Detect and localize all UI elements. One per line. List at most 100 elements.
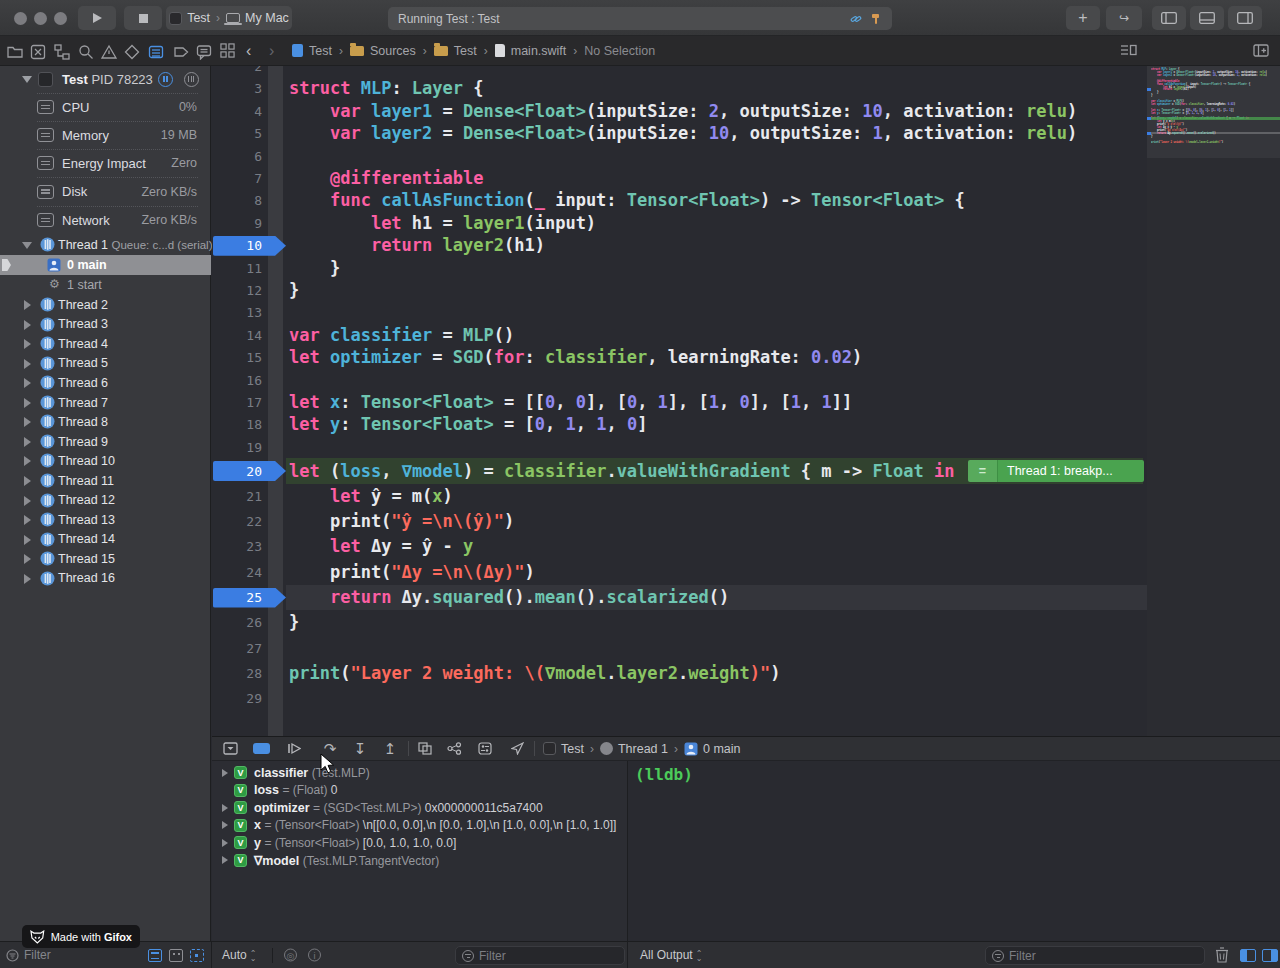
code-line-21[interactable]: 21 let ŷ = m(x) — [212, 484, 1280, 509]
thread-row-10[interactable]: Thread 10 — [0, 451, 211, 471]
disclosure-triangle[interactable] — [24, 515, 31, 525]
breakpoints-toggle-icon[interactable] — [251, 737, 271, 760]
code-line-20[interactable]: 20let (loss, ∇model) = classifier.valueW… — [212, 458, 1280, 483]
minimize-window-button[interactable] — [34, 12, 47, 25]
variables-scope-select[interactable]: Auto⌃⌄ — [222, 948, 256, 962]
code-line-27[interactable]: 27 — [212, 636, 1280, 661]
code-line-7[interactable]: 7 @differentiable — [212, 167, 1280, 189]
gauge-cpu[interactable]: CPU0% — [0, 93, 211, 121]
line-number[interactable]: 25 — [212, 590, 262, 605]
breadcrumb-test[interactable]: Test — [454, 44, 477, 58]
line-number[interactable]: 12 — [212, 283, 262, 298]
pinned-filter-icon[interactable] — [190, 949, 204, 962]
pause-process-icon[interactable] — [158, 72, 173, 87]
stack-frame-1-start[interactable]: ⚙1 start — [0, 275, 211, 294]
line-number[interactable]: 17 — [212, 395, 262, 410]
code-line-22[interactable]: 22 print("ŷ =\n\(ŷ)") — [212, 509, 1280, 534]
line-number[interactable]: 18 — [212, 417, 262, 432]
code-line-29[interactable]: 29 — [212, 686, 1280, 711]
step-into-icon[interactable]: ↧ — [350, 737, 370, 760]
line-number[interactable]: 14 — [212, 328, 262, 343]
code-line-28[interactable]: 28print("Layer 2 weight: \(∇model.layer2… — [212, 661, 1280, 686]
find-navigator-icon[interactable] — [77, 43, 94, 60]
line-number[interactable]: 21 — [212, 489, 262, 504]
variable-row-2[interactable]: Vloss = (Float) 0 — [212, 782, 627, 800]
gauge-network[interactable]: NetworkZero KB/s — [0, 206, 211, 234]
run-button[interactable] — [78, 6, 116, 30]
library-button[interactable]: + — [1066, 6, 1100, 30]
line-number[interactable]: 9 — [212, 216, 262, 231]
code-review-button[interactable]: ↪ — [1106, 6, 1142, 30]
step-out-icon[interactable]: ↥ — [380, 737, 400, 760]
disclosure-triangle[interactable] — [222, 839, 228, 847]
line-number[interactable]: 4 — [212, 104, 262, 119]
disclosure-triangle[interactable] — [24, 339, 31, 349]
line-number[interactable]: 19 — [212, 440, 262, 455]
disclosure-triangle[interactable] — [222, 821, 228, 829]
breakpoint-navigator-icon[interactable] — [172, 43, 189, 60]
disclosure-triangle[interactable] — [24, 359, 31, 369]
code-line-16[interactable]: 16 — [212, 369, 1280, 391]
line-number[interactable]: 27 — [212, 641, 262, 656]
source-control-navigator-icon[interactable] — [29, 43, 46, 60]
gauge-memory[interactable]: Memory19 MB — [0, 121, 211, 149]
console-filter-field[interactable]: Filter — [985, 946, 1205, 965]
continue-icon[interactable] — [284, 737, 304, 760]
line-number[interactable]: 5 — [212, 126, 262, 141]
sidebar-filter-input[interactable]: Filter — [24, 948, 51, 962]
add-editor-icon[interactable] — [1253, 36, 1269, 65]
line-number[interactable]: 24 — [212, 565, 262, 580]
source-editor[interactable]: 23struct MLP: Layer {4 var layer1 = Dens… — [212, 66, 1280, 736]
editor-options-icon[interactable] — [1120, 36, 1137, 65]
thread-1-row[interactable]: Thread 1 Queue: c...d (serial) — [0, 235, 211, 255]
thread-row-2[interactable]: Thread 2 — [0, 295, 211, 315]
line-number[interactable]: 6 — [212, 149, 262, 164]
thread-row-15[interactable]: Thread 15 — [0, 549, 211, 569]
thread-row-12[interactable]: Thread 12 — [0, 491, 211, 511]
disclosure-triangle[interactable] — [24, 417, 31, 427]
line-number[interactable]: 20 — [212, 464, 262, 479]
code-line-9[interactable]: 9 let h1 = layer1(input) — [212, 212, 1280, 234]
code-line-10[interactable]: 10 return layer2(h1) — [212, 235, 1280, 257]
minimap[interactable]: import TensorFlowstruct MLP: Layer { var… — [1147, 66, 1280, 736]
line-number[interactable]: 3 — [212, 81, 262, 96]
variable-row-1[interactable]: Vclassifier (Test.MLP) — [212, 764, 627, 782]
simulate-location-icon[interactable] — [507, 737, 527, 760]
project-navigator-icon[interactable] — [6, 43, 23, 60]
console[interactable]: (lldb) — [627, 761, 1280, 941]
variable-row-6[interactable]: V∇model (Test.MLP.TangentVector) — [212, 852, 627, 870]
variable-row-3[interactable]: Voptimizer = (SGD<Test.MLP>) 0x000000011… — [212, 799, 627, 817]
code-line-18[interactable]: 18let y: Tensor<Float> = [0, 1, 1, 0] — [212, 414, 1280, 436]
disclosure-triangle[interactable] — [222, 856, 228, 864]
disclosure-triangle[interactable] — [24, 496, 31, 506]
view-mode-icon[interactable] — [184, 72, 199, 87]
back-button[interactable]: ‹ — [246, 36, 251, 65]
breadcrumb-project[interactable]: Test — [309, 44, 332, 58]
variables-filter-field[interactable]: Filter — [455, 946, 625, 965]
inspector-toggle-button[interactable] — [1228, 6, 1262, 30]
disclosure-triangle[interactable] — [24, 456, 31, 466]
stop-button[interactable] — [124, 6, 162, 30]
line-number[interactable]: 15 — [212, 350, 262, 365]
jump-thread[interactable]: Thread 1 — [618, 742, 668, 756]
gauge-disk[interactable]: DiskZero KB/s — [0, 177, 211, 206]
code-line-13[interactable]: 13 — [212, 302, 1280, 324]
thread-row-4[interactable]: Thread 4 — [0, 334, 211, 354]
line-number[interactable]: 16 — [212, 373, 262, 388]
line-number[interactable]: 2 — [212, 66, 262, 74]
crashed-filter-icon[interactable] — [169, 949, 183, 962]
issue-navigator-icon[interactable] — [100, 43, 117, 60]
view-hierarchy-icon[interactable] — [415, 737, 435, 760]
disclosure-triangle[interactable] — [24, 554, 31, 564]
code-line-11[interactable]: 11 } — [212, 257, 1280, 279]
disclosure-triangle[interactable] — [24, 535, 31, 545]
disclosure-triangle[interactable] — [24, 300, 31, 310]
line-number[interactable]: 26 — [212, 615, 262, 630]
code-line-12[interactable]: 12} — [212, 279, 1280, 301]
code-line-2[interactable]: 2 — [212, 66, 1280, 78]
test-navigator-icon[interactable] — [123, 43, 140, 60]
code-line-19[interactable]: 19 — [212, 436, 1280, 458]
thread-row-16[interactable]: Thread 16 — [0, 569, 211, 589]
thread-row-7[interactable]: Thread 7 — [0, 393, 211, 413]
disclosure-triangle[interactable] — [24, 574, 31, 584]
